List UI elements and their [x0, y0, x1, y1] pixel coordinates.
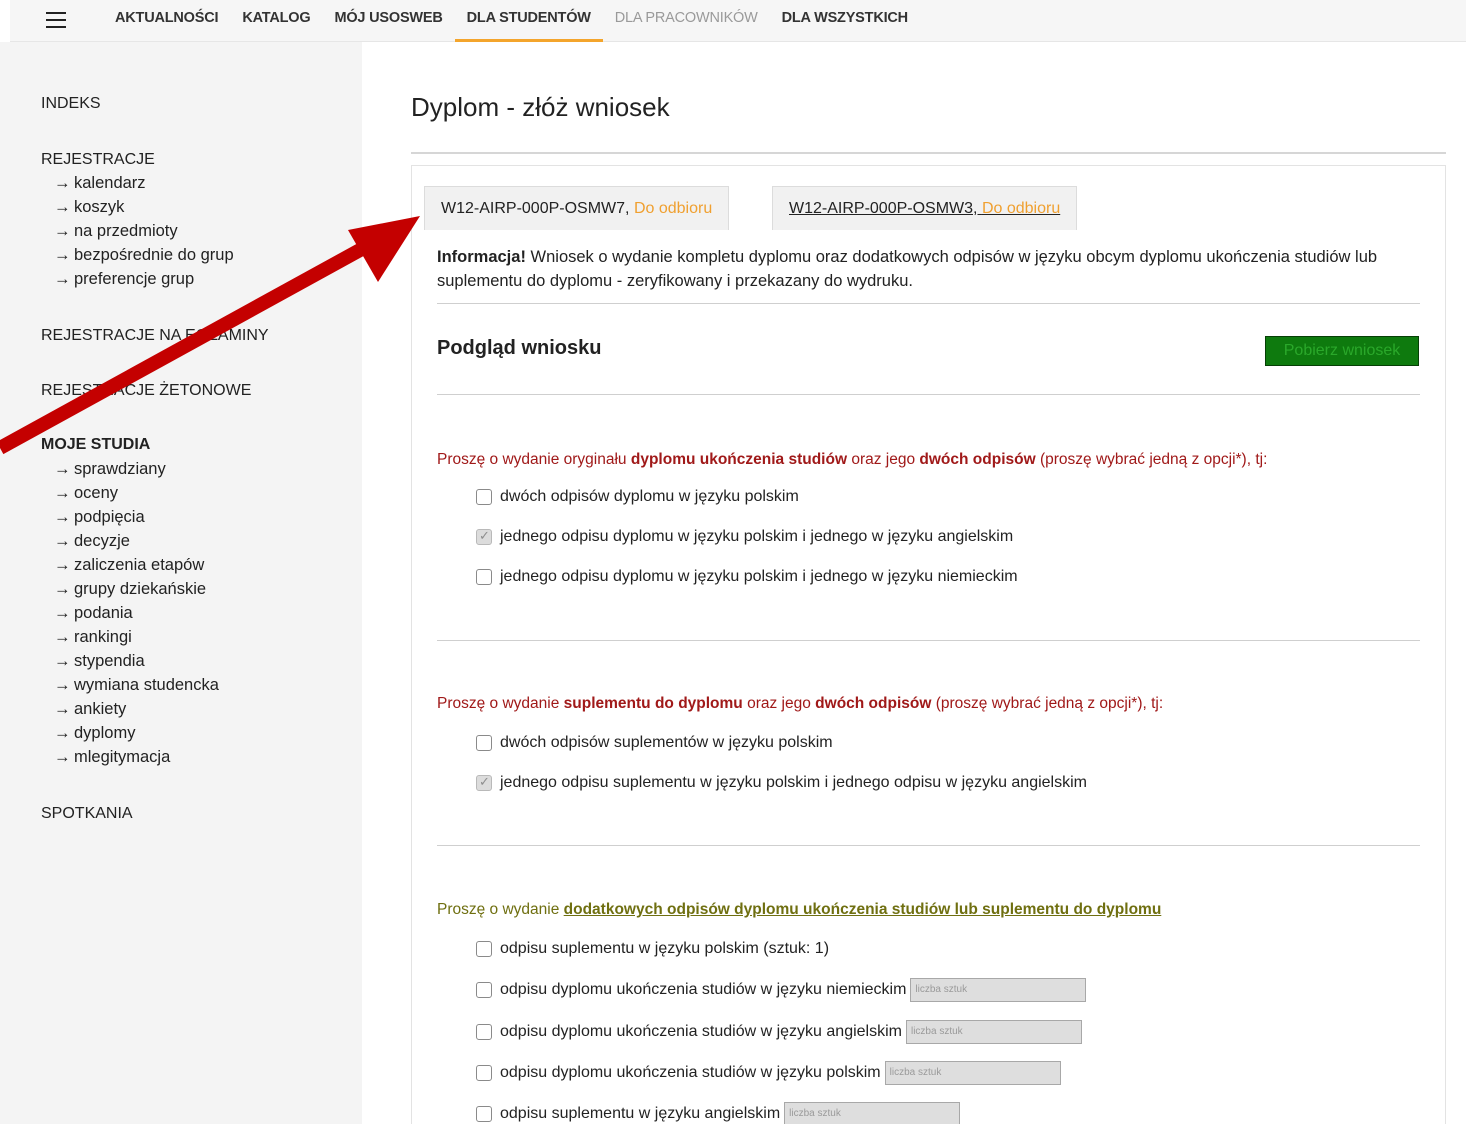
sidebar-subitem-podania[interactable]: → podania — [54, 604, 133, 623]
arrow-right-icon: → — [54, 532, 71, 550]
additional-copies-link[interactable]: dodatkowych odpisów dyplomu ukończenia s… — [564, 901, 1162, 918]
sidebar-item-moje-studia[interactable]: MOJE STUDIA — [41, 436, 150, 454]
diploma-option-2: jednego odpisu dyplomu w języku polskim … — [476, 528, 1013, 546]
sidebar-subitem-dyplomy[interactable]: → dyplomy — [54, 724, 135, 743]
diploma-option-1: dwóch odpisów dyplomu w języku polskim — [476, 488, 799, 506]
arrow-right-icon: → — [54, 484, 71, 502]
additional-option-4: odpisu dyplomu ukończenia studiów w języ… — [476, 1061, 1061, 1085]
arrow-right-icon: → — [54, 198, 71, 216]
sidebar-subitem-podpiecia[interactable]: → podpięcia — [54, 508, 145, 527]
arrow-right-icon: → — [54, 270, 71, 288]
additional-option-2-checkbox[interactable] — [476, 982, 492, 998]
arrow-right-icon: → — [54, 628, 71, 646]
main-nav: AKTUALNOŚCI KATALOG MÓJ USOSWEB DLA STUD… — [103, 0, 920, 42]
diploma-option-2-checkbox[interactable] — [476, 528, 492, 545]
arrow-right-icon: → — [54, 556, 71, 574]
arrow-right-icon: → — [54, 246, 71, 264]
arrow-right-icon: → — [54, 700, 71, 718]
divider — [437, 845, 1420, 846]
nav-dla-wszystkich[interactable]: DLA WSZYSTKICH — [770, 0, 920, 42]
sidebar-subitem-ankiety[interactable]: → ankiety — [54, 700, 126, 719]
nav-aktualnosci[interactable]: AKTUALNOŚCI — [103, 0, 230, 42]
additional-option-5: odpisu suplementu w języku angielskim li… — [476, 1102, 961, 1124]
arrow-right-icon: → — [54, 460, 71, 478]
additional-copies-question: Proszę o wydanie dodatkowych odpisów dyp… — [437, 901, 1162, 918]
sidebar-subitem-koszyk[interactable]: → koszyk — [54, 198, 124, 217]
sidebar-subitem-sprawdziany[interactable]: → sprawdziany — [54, 460, 166, 479]
divider — [437, 303, 1420, 304]
additional-option-3: odpisu dyplomu ukończenia studiów w języ… — [476, 1020, 1082, 1044]
title-divider — [411, 152, 1446, 154]
sidebar-item-rejestracje-zetonowe[interactable]: REJESTRACJE ŻETONOWE — [41, 382, 251, 400]
sidebar-subitem-wymiana-studencka[interactable]: → wymiana studencka — [54, 676, 219, 695]
sidebar-subitem-kalendarz[interactable]: → kalendarz — [54, 174, 146, 193]
sidebar-item-indeks[interactable]: INDEKS — [41, 95, 101, 113]
top-navigation-bar: AKTUALNOŚCI KATALOG MÓJ USOSWEB DLA STUD… — [10, 0, 1466, 42]
sidebar-subitem-bezposrednie-do-grup[interactable]: → bezpośrednie do grup — [54, 246, 234, 265]
arrow-right-icon: → — [54, 676, 71, 694]
page-title: Dyplom - złóż wniosek — [411, 92, 670, 122]
quantity-input[interactable]: liczba sztuk — [884, 1061, 1061, 1085]
sidebar-item-rejestracje-egzaminy[interactable]: REJESTRACJE NA EGZAMINY — [41, 327, 269, 345]
arrow-right-icon: → — [54, 724, 71, 742]
sidebar-subitem-preferencje-grup[interactable]: → preferencje grup — [54, 270, 194, 289]
nav-dla-studentow[interactable]: DLA STUDENTÓW — [454, 0, 603, 42]
sidebar-subitem-rankingi[interactable]: → rankingi — [54, 628, 132, 647]
tab-wniosek-osmw3[interactable]: W12-AIRP-000P-OSMW3, Do odbioru — [772, 186, 1078, 230]
arrow-right-icon: → — [54, 508, 71, 526]
sidebar: INDEKS REJESTRACJE → kalendarz → koszyk → n… — [0, 42, 362, 1124]
divider — [437, 394, 1420, 395]
sidebar-subitem-grupy-dziekanskie[interactable]: → grupy dziekańskie — [54, 580, 206, 599]
additional-option-5-checkbox[interactable] — [476, 1106, 492, 1122]
sidebar-subitem-zaliczenia-etapow[interactable]: → zaliczenia etapów — [54, 556, 204, 575]
sidebar-subitem-decyzje[interactable]: → decyzje — [54, 532, 130, 551]
tab-wniosek-osmw7[interactable]: W12-AIRP-000P-OSMW7, Do odbioru — [424, 186, 730, 230]
additional-option-3-checkbox[interactable] — [476, 1024, 492, 1040]
nav-katalog[interactable]: KATALOG — [230, 0, 322, 42]
arrow-right-icon: → — [54, 174, 71, 192]
sidebar-item-rejestracje[interactable]: REJESTRACJE — [41, 151, 155, 169]
quantity-input[interactable]: liczba sztuk — [784, 1102, 961, 1124]
additional-option-2: odpisu dyplomu ukończenia studiów w języ… — [476, 978, 1087, 1002]
supplement-option-1: dwóch odpisów suplementów w języku polsk… — [476, 734, 833, 752]
info-message: Informacja! Wniosek o wydanie kompletu d… — [437, 248, 1378, 290]
arrow-right-icon: → — [54, 580, 71, 598]
additional-option-1-checkbox[interactable] — [476, 941, 492, 957]
diploma-question: Proszę o wydanie oryginału dyplomu ukońc… — [437, 451, 1268, 468]
preview-title: Podgląd wniosku — [437, 337, 602, 359]
download-request-button[interactable]: Pobierz wniosek — [1265, 336, 1419, 366]
diploma-option-1-checkbox[interactable] — [476, 489, 492, 505]
diploma-option-3: jednego odpisu dyplomu w języku polskim … — [476, 568, 1018, 586]
sidebar-item-spotkania[interactable]: SPOTKANIA — [41, 805, 133, 823]
arrow-right-icon: → — [54, 222, 71, 240]
additional-option-4-checkbox[interactable] — [476, 1065, 492, 1081]
quantity-input[interactable]: liczba sztuk — [905, 1020, 1082, 1044]
arrow-right-icon: → — [54, 748, 71, 766]
sidebar-subitem-na-przedmioty[interactable]: → na przedmioty — [54, 222, 178, 241]
supplement-option-1-checkbox[interactable] — [476, 735, 492, 751]
nav-moj-usosweb[interactable]: MÓJ USOSWEB — [322, 0, 454, 42]
sidebar-subitem-mlegitymacja[interactable]: → mlegitymacja — [54, 748, 170, 767]
sidebar-subitem-stypendia[interactable]: → stypendia — [54, 652, 145, 671]
arrow-right-icon: → — [54, 652, 71, 670]
supplement-option-2: jednego odpisu suplementu w języku polsk… — [476, 774, 1087, 792]
supplement-option-2-checkbox[interactable] — [476, 774, 492, 791]
sidebar-subitem-oceny[interactable]: → oceny — [54, 484, 118, 503]
nav-dla-pracownikow[interactable]: DLA PRACOWNIKÓW — [603, 0, 770, 42]
supplement-question: Proszę o wydanie suplementu do dyplomu o… — [437, 695, 1164, 712]
divider — [437, 640, 1420, 641]
quantity-input[interactable]: liczba sztuk — [910, 978, 1087, 1002]
diploma-option-3-checkbox[interactable] — [476, 569, 492, 585]
hamburger-menu-icon[interactable] — [46, 12, 66, 28]
arrow-right-icon: → — [54, 604, 71, 622]
additional-option-1: odpisu suplementu w języku polskim (sztu… — [476, 940, 829, 958]
